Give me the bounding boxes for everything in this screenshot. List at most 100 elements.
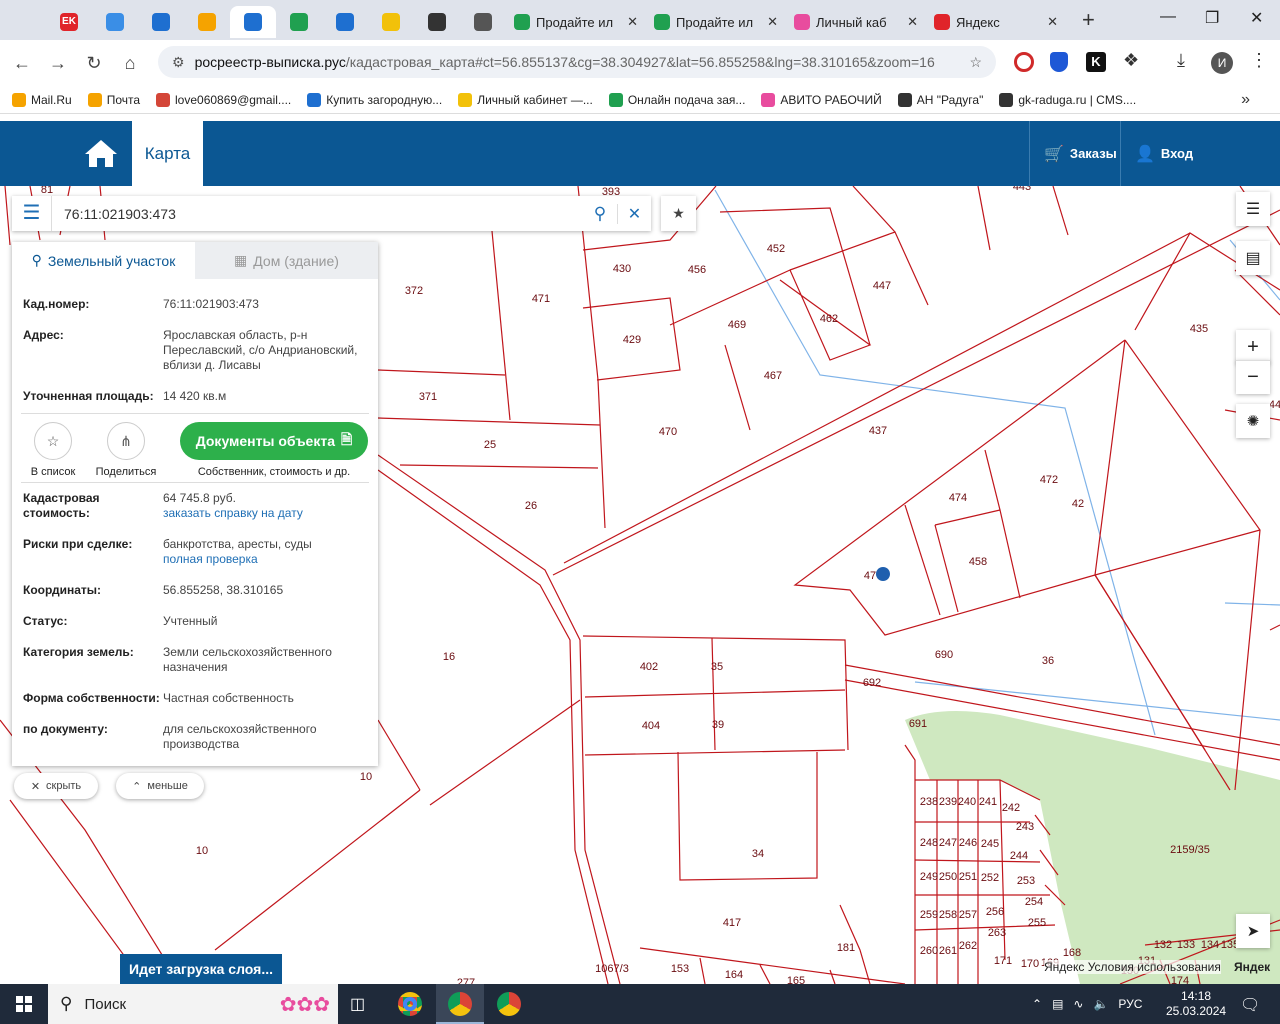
- parcel-number-label[interactable]: 256: [986, 906, 1004, 918]
- browser-tab-7[interactable]: [322, 6, 368, 38]
- forward-icon[interactable]: →: [40, 53, 76, 74]
- parcel-number-label[interactable]: 10: [196, 845, 208, 857]
- parcel-number-label[interactable]: 170: [1021, 958, 1039, 970]
- bookmark-star-icon[interactable]: ☆: [969, 54, 982, 71]
- bookmark-item[interactable]: АН "Радуга": [897, 92, 983, 107]
- parcel-number-label[interactable]: 470: [659, 426, 677, 438]
- parcel-number-label[interactable]: 10: [360, 771, 372, 783]
- bookmark-item[interactable]: Онлайн подача зая...: [608, 92, 745, 107]
- reload-icon[interactable]: ↻: [76, 53, 112, 74]
- parcel-number-label[interactable]: 250: [939, 871, 957, 883]
- menu-hamburger-icon[interactable]: ☰: [12, 196, 52, 231]
- browser-tab-titled[interactable]: Продайте ил ✕: [506, 6, 646, 38]
- chrome-taskbar-icon[interactable]: [398, 992, 422, 1016]
- clock[interactable]: 14:18 25.03.2024: [1166, 984, 1226, 1024]
- parcel-number-label[interactable]: 239: [939, 796, 957, 808]
- parcel-number-label[interactable]: 263: [988, 927, 1006, 939]
- notifications-icon[interactable]: 🗨: [1240, 995, 1260, 1015]
- browser-tab-6[interactable]: [276, 6, 322, 38]
- browser-tab-9[interactable]: [414, 6, 460, 38]
- network-icon[interactable]: ▤: [1052, 997, 1063, 1011]
- parcel-number-label[interactable]: 437: [869, 425, 887, 437]
- back-icon[interactable]: ←: [4, 53, 40, 74]
- parcel-number-label[interactable]: 691: [909, 718, 927, 730]
- parcel-number-label[interactable]: 243: [1016, 821, 1034, 833]
- parcel-number-label[interactable]: 452: [767, 243, 785, 255]
- site-info-icon[interactable]: ⚙: [172, 54, 185, 71]
- bookmark-item[interactable]: Почта: [87, 92, 140, 107]
- parcel-number-label[interactable]: 469: [728, 319, 746, 331]
- parcel-number-label[interactable]: 690: [935, 649, 953, 661]
- parcel-number-label[interactable]: 467: [764, 370, 782, 382]
- parcel-number-label[interactable]: 474: [949, 492, 967, 504]
- parcel-number-label[interactable]: 456: [688, 264, 706, 276]
- parcel-number-label[interactable]: 247: [939, 837, 957, 849]
- bookmarks-overflow-icon[interactable]: »: [1241, 91, 1250, 109]
- parcel-number-label[interactable]: 248: [920, 837, 938, 849]
- browser-tab-titled[interactable]: Яндекс ✕: [926, 6, 1066, 38]
- close-tab-icon[interactable]: ✕: [907, 14, 918, 30]
- volume-icon[interactable]: 🔈: [1093, 997, 1108, 1011]
- zoom-out-button[interactable]: −: [1236, 360, 1270, 394]
- browser-tab-10[interactable]: [460, 6, 506, 38]
- parcel-number-label[interactable]: 132: [1154, 939, 1172, 951]
- parcel-number-label[interactable]: 429: [623, 334, 641, 346]
- parcel-number-label[interactable]: 249: [920, 871, 938, 883]
- layers-button[interactable]: ☰: [1236, 192, 1270, 226]
- parcel-number-label[interactable]: 447: [873, 280, 891, 292]
- parcel-number-label[interactable]: 430: [613, 263, 631, 275]
- profile-avatar[interactable]: И: [1211, 52, 1233, 74]
- object-documents-button[interactable]: Документы объекта 🗎: [180, 422, 368, 460]
- parcel-number-label[interactable]: 472: [1040, 474, 1058, 486]
- close-tab-icon[interactable]: ✕: [1047, 14, 1058, 30]
- bookmark-item[interactable]: Mail.Ru: [12, 92, 72, 107]
- parcel-number-label[interactable]: 26: [525, 500, 537, 512]
- parcel-number-label[interactable]: 42: [1072, 498, 1084, 510]
- parcel-number-label[interactable]: 25: [484, 439, 496, 451]
- tab-land-plot[interactable]: ⚲ Земельный участок: [12, 242, 195, 279]
- bookmark-item[interactable]: АВИТО РАБОЧИЙ: [761, 92, 882, 107]
- parcel-number-label[interactable]: 458: [969, 556, 987, 568]
- search-icon[interactable]: ⚲: [583, 204, 617, 224]
- parcel-number-label[interactable]: 257: [959, 909, 977, 921]
- parcel-number-label[interactable]: 404: [642, 720, 660, 732]
- windows-start-icon[interactable]: [16, 996, 32, 1012]
- parcel-number-label[interactable]: 254: [1025, 896, 1043, 908]
- restore-icon[interactable]: ❐: [1205, 8, 1219, 28]
- tab-house[interactable]: ▦ Дом (здание): [195, 242, 378, 279]
- parcel-number-label[interactable]: 36: [1042, 655, 1054, 667]
- login-button[interactable]: 👤 Вход: [1120, 121, 1280, 186]
- parcel-number-label[interactable]: 245: [981, 838, 999, 850]
- minimize-icon[interactable]: —: [1160, 8, 1176, 26]
- close-tab-icon[interactable]: ✕: [627, 14, 638, 30]
- parcel-number-label[interactable]: 1067/3: [595, 963, 629, 975]
- parcel-number-label[interactable]: 171: [994, 955, 1012, 967]
- browser-tab-0[interactable]: [0, 6, 46, 38]
- chrome-profile2-taskbar-icon[interactable]: [497, 992, 521, 1016]
- collapse-panel-button[interactable]: ⌃ меньше: [116, 773, 204, 799]
- parcel-number-label[interactable]: 261: [939, 945, 957, 957]
- parcel-number-label[interactable]: 240: [958, 796, 976, 808]
- parcel-number-label[interactable]: 402: [640, 661, 658, 673]
- parcel-number-label[interactable]: 277: [457, 977, 475, 984]
- parcel-number-label[interactable]: 251: [959, 871, 977, 883]
- browser-tab-titled[interactable]: Продайте ил ✕: [646, 6, 786, 38]
- search-input[interactable]: [52, 197, 583, 230]
- parcel-number-label[interactable]: 260: [920, 945, 938, 957]
- bookmark-item[interactable]: love060869@gmail....: [156, 92, 291, 107]
- parcel-number-label[interactable]: 168: [1063, 947, 1081, 959]
- close-tab-icon[interactable]: ✕: [767, 14, 778, 30]
- download-icon[interactable]: ⤓: [1177, 50, 1185, 71]
- parcel-number-label[interactable]: 371: [419, 391, 437, 403]
- parcel-number-label[interactable]: 471: [532, 293, 550, 305]
- parcel-number-label[interactable]: 255: [1028, 917, 1046, 929]
- language-indicator[interactable]: РУС: [1118, 997, 1142, 1011]
- orders-button[interactable]: 🛒 Заказы: [1029, 121, 1119, 186]
- parcel-number-label[interactable]: 462: [820, 313, 838, 325]
- add-to-list-button[interactable]: ☆ В список: [23, 422, 83, 482]
- parcel-number-label[interactable]: 153: [671, 963, 689, 975]
- parcel-number-label[interactable]: 35: [711, 661, 723, 673]
- parcel-number-label[interactable]: 259: [920, 909, 938, 921]
- parcel-number-label[interactable]: 372: [405, 285, 423, 297]
- parcel-number-label[interactable]: 174: [1171, 975, 1189, 984]
